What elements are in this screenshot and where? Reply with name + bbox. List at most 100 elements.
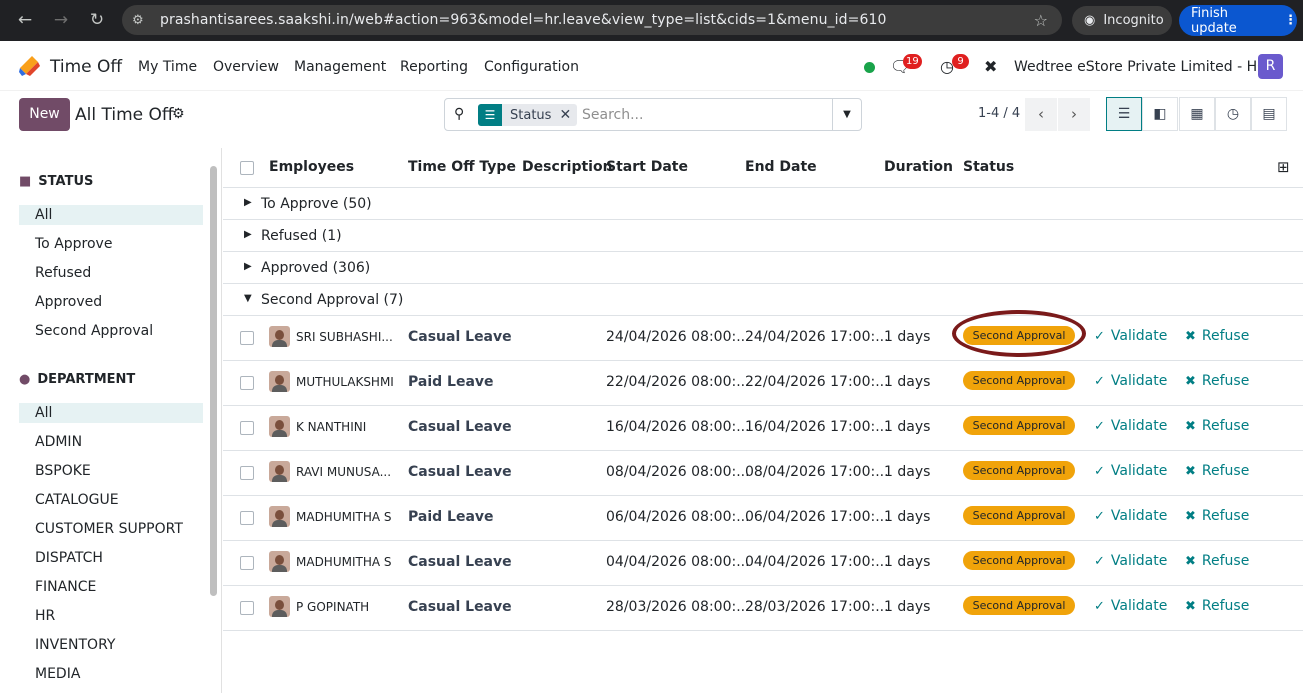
row-checkbox[interactable] <box>240 466 254 480</box>
sidebar-scrollbar[interactable] <box>208 152 218 692</box>
employee-name: K NANTHINI <box>296 419 367 434</box>
sidebar-item-refused[interactable]: Refused <box>19 263 203 283</box>
remove-facet-icon[interactable]: ✕ <box>559 107 577 123</box>
validate-button[interactable]: ✓ Validate <box>1094 463 1167 479</box>
back-icon[interactable]: ← <box>14 9 36 31</box>
column-status[interactable]: Status <box>963 159 1014 175</box>
refuse-button[interactable]: ✖ Refuse <box>1185 328 1249 344</box>
sidebar-item-customer-support[interactable]: CUSTOMER SUPPORT <box>19 519 203 539</box>
pager-next-icon[interactable]: › <box>1058 98 1090 131</box>
site-settings-icon[interactable]: ⚙ <box>132 13 152 28</box>
app-navbar: Time Off My Time Overview Management Rep… <box>0 41 1303 91</box>
chevron-down-icon[interactable]: ▼ <box>832 99 861 130</box>
validate-button[interactable]: ✓ Validate <box>1094 328 1167 344</box>
pager-value[interactable]: 1-4 / 4 <box>978 106 1020 121</box>
gantt-view-icon[interactable]: ▤ <box>1251 97 1287 131</box>
refuse-button[interactable]: ✖ Refuse <box>1185 418 1249 434</box>
table-row[interactable]: MADHUMITHA S Casual Leave 04/04/2026 08:… <box>223 541 1303 586</box>
activity-view-icon[interactable]: ◷ <box>1215 97 1251 131</box>
sidebar-item-hr[interactable]: HR <box>19 606 203 626</box>
validate-label: Validate <box>1110 508 1168 524</box>
sidebar-item-status-all[interactable]: All <box>19 205 203 225</box>
debug-tools-icon[interactable]: ✖ <box>984 57 997 76</box>
bookmark-star-icon[interactable]: ☆ <box>1034 11 1048 30</box>
sidebar-item-admin[interactable]: ADMIN <box>19 432 203 452</box>
address-bar[interactable]: ⚙ prashantisarees.saakshi.in/web#action=… <box>122 5 1062 35</box>
column-duration[interactable]: Duration <box>884 159 953 175</box>
refuse-button[interactable]: ✖ Refuse <box>1185 373 1249 389</box>
column-time-off-type[interactable]: Time Off Type <box>408 159 516 175</box>
column-start-date[interactable]: Start Date <box>606 159 688 175</box>
table-row[interactable]: P GOPINATH Casual Leave 28/03/2026 08:00… <box>223 586 1303 631</box>
menu-configuration[interactable]: Configuration <box>484 59 579 75</box>
table-row[interactable]: K NANTHINI Casual Leave 16/04/2026 08:00… <box>223 406 1303 451</box>
menu-reporting[interactable]: Reporting <box>400 59 468 75</box>
calendar-view-icon[interactable]: ▦ <box>1179 97 1215 131</box>
search-input[interactable] <box>582 105 822 125</box>
new-button[interactable]: New <box>19 98 70 131</box>
incognito-indicator[interactable]: ◉ Incognito <box>1072 6 1172 35</box>
refuse-label: Refuse <box>1201 418 1250 434</box>
row-checkbox[interactable] <box>240 331 254 345</box>
group-row-refused[interactable]: ▶ Refused (1) <box>223 220 1303 252</box>
sidebar-item-finance[interactable]: FINANCE <box>19 577 203 597</box>
table-row[interactable]: RAVI MUNUSA... Casual Leave 08/04/2026 0… <box>223 451 1303 496</box>
refuse-button[interactable]: ✖ Refuse <box>1185 553 1249 569</box>
gear-icon[interactable]: ⚙ <box>172 106 185 122</box>
menu-my-time[interactable]: My Time <box>138 59 197 75</box>
row-checkbox[interactable] <box>240 376 254 390</box>
column-employees[interactable]: Employees <box>269 159 354 175</box>
sidebar-item-department-all[interactable]: All <box>19 403 203 423</box>
table-row[interactable]: SRI SUBHASHI... Casual Leave 24/04/2026 … <box>223 316 1303 361</box>
sidebar-item-media[interactable]: MEDIA <box>19 664 203 684</box>
table-row[interactable]: MUTHULAKSHMI Paid Leave 22/04/2026 08:00… <box>223 361 1303 406</box>
column-description[interactable]: Description <box>522 159 613 175</box>
validate-button[interactable]: ✓ Validate <box>1094 598 1167 614</box>
reload-icon[interactable]: ↻ <box>86 9 108 31</box>
facet-label: Status <box>510 107 552 123</box>
company-switcher[interactable]: Wedtree eStore Private Limited - HO <box>1014 59 1268 75</box>
menu-management[interactable]: Management <box>294 59 386 75</box>
validate-button[interactable]: ✓ Validate <box>1094 418 1167 434</box>
column-end-date[interactable]: End Date <box>745 159 817 175</box>
sidebar-item-approved[interactable]: Approved <box>19 292 203 312</box>
validate-button[interactable]: ✓ Validate <box>1094 508 1167 524</box>
sidebar-item-bspoke[interactable]: BSPOKE <box>19 461 203 481</box>
validate-button[interactable]: ✓ Validate <box>1094 553 1167 569</box>
app-name[interactable]: Time Off <box>50 57 122 77</box>
row-checkbox[interactable] <box>240 421 254 435</box>
time-off-app-logo-icon[interactable] <box>18 54 42 78</box>
employee-cell: P GOPINATH <box>269 596 369 617</box>
forward-icon[interactable]: → <box>50 9 72 31</box>
row-checkbox[interactable] <box>240 556 254 570</box>
check-icon: ✓ <box>1094 508 1105 524</box>
refuse-button[interactable]: ✖ Refuse <box>1185 598 1249 614</box>
validate-button[interactable]: ✓ Validate <box>1094 373 1167 389</box>
user-avatar[interactable]: R <box>1258 54 1283 79</box>
refuse-button[interactable]: ✖ Refuse <box>1185 463 1249 479</box>
search-icon[interactable]: ⚲ <box>454 106 464 122</box>
list-view-icon[interactable]: ☰ <box>1106 97 1142 131</box>
row-checkbox[interactable] <box>240 511 254 525</box>
group-row-second-approval[interactable]: ▼ Second Approval (7) <box>223 284 1303 316</box>
kanban-view-icon[interactable]: ◧ <box>1142 97 1178 131</box>
row-checkbox[interactable] <box>240 601 254 615</box>
group-row-to-approve[interactable]: ▶ To Approve (50) <box>223 188 1303 220</box>
sidebar-item-to-approve[interactable]: To Approve <box>19 234 203 254</box>
finish-update-button[interactable]: Finish update ⋮ <box>1179 5 1297 36</box>
start-date: 28/03/2026 08:00:... <box>606 599 750 615</box>
refuse-button[interactable]: ✖ Refuse <box>1185 508 1249 524</box>
scrollbar-thumb[interactable] <box>210 166 217 596</box>
sidebar-item-catalogue[interactable]: CATALOGUE <box>19 490 203 510</box>
select-all-checkbox[interactable] <box>240 161 254 175</box>
sidebar-item-dispatch[interactable]: DISPATCH <box>19 548 203 568</box>
employee-name: MADHUMITHA S <box>296 554 392 569</box>
menu-overview[interactable]: Overview <box>213 59 279 75</box>
employee-avatar <box>269 596 290 617</box>
sidebar-item-second-approval[interactable]: Second Approval <box>19 321 203 341</box>
pager-prev-icon[interactable]: ‹ <box>1025 98 1057 131</box>
group-row-approved[interactable]: ▶ Approved (306) <box>223 252 1303 284</box>
optional-columns-icon[interactable]: ⊞ <box>1277 158 1290 176</box>
sidebar-item-inventory[interactable]: INVENTORY <box>19 635 203 655</box>
table-row[interactable]: MADHUMITHA S Paid Leave 06/04/2026 08:00… <box>223 496 1303 541</box>
